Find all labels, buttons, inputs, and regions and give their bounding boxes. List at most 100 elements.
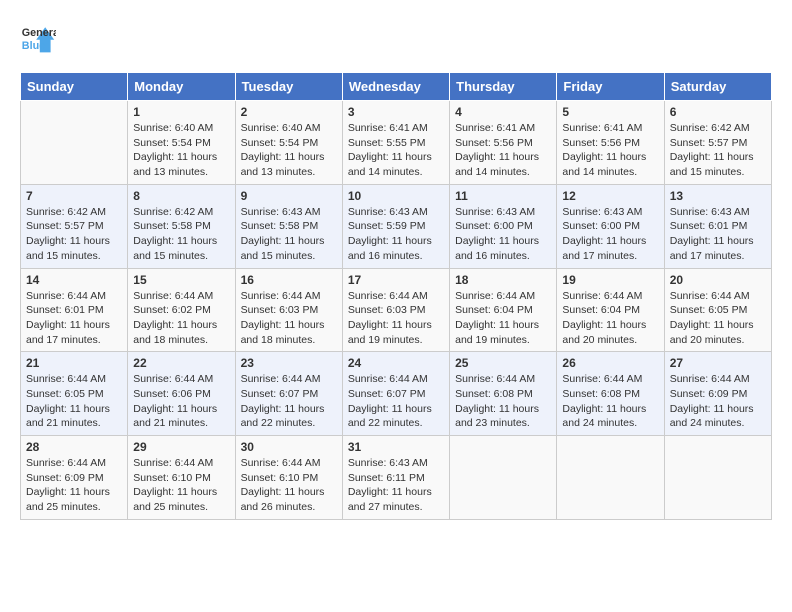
day-info: Sunrise: 6:43 AMSunset: 6:11 PMDaylight:… — [348, 456, 444, 515]
calendar-cell — [450, 436, 557, 520]
week-row-3: 14 Sunrise: 6:44 AMSunset: 6:01 PMDayligh… — [21, 268, 772, 352]
day-info: Sunrise: 6:41 AMSunset: 5:56 PMDaylight:… — [455, 121, 551, 180]
day-info: Sunrise: 6:44 AMSunset: 6:03 PMDaylight:… — [348, 289, 444, 348]
day-info: Sunrise: 6:44 AMSunset: 6:04 PMDaylight:… — [455, 289, 551, 348]
day-info: Sunrise: 6:44 AMSunset: 6:09 PMDaylight:… — [26, 456, 122, 515]
day-number: 16 — [241, 273, 337, 287]
day-info: Sunrise: 6:44 AMSunset: 6:05 PMDaylight:… — [26, 372, 122, 431]
day-header-wednesday: Wednesday — [342, 73, 449, 101]
day-info: Sunrise: 6:44 AMSunset: 6:05 PMDaylight:… — [670, 289, 766, 348]
day-info: Sunrise: 6:42 AMSunset: 5:57 PMDaylight:… — [670, 121, 766, 180]
calendar-cell: 19Sunrise: 6:44 AMSunset: 6:04 PMDayligh… — [557, 268, 664, 352]
calendar-cell: 25 Sunrise: 6:44 AMSunset: 6:08 PMDayligh… — [450, 352, 557, 436]
svg-text:Blue: Blue — [22, 40, 45, 52]
day-info: Sunrise: 6:44 AMSunset: 6:08 PMDaylight:… — [455, 372, 551, 431]
day-number: 11 — [455, 189, 551, 203]
calendar-cell: 21 Sunrise: 6:44 AMSunset: 6:05 PMDayligh… — [21, 352, 128, 436]
day-info: Sunrise: 6:44 AMSunset: 6:07 PMDaylight:… — [241, 372, 337, 431]
day-info: Sunrise: 6:44 AMSunset: 6:01 PMDaylight:… — [26, 289, 122, 348]
calendar-cell: 26Sunrise: 6:44 AMSunset: 6:08 PMDayligh… — [557, 352, 664, 436]
week-row-2: 7Sunrise: 6:42 AMSunset: 5:57 PMDaylight… — [21, 184, 772, 268]
week-row-5: 28 Sunrise: 6:44 AMSunset: 6:09 PMDayligh… — [21, 436, 772, 520]
calendar-cell: 23 Sunrise: 6:44 AMSunset: 6:07 PMDayligh… — [235, 352, 342, 436]
calendar-cell: 16 Sunrise: 6:44 AMSunset: 6:03 PMDayligh… — [235, 268, 342, 352]
day-info: Sunrise: 6:44 AMSunset: 6:04 PMDaylight:… — [562, 289, 658, 348]
day-number: 22 — [133, 356, 229, 370]
day-number: 13 — [670, 189, 766, 203]
day-info: Sunrise: 6:44 AMSunset: 6:09 PMDaylight:… — [670, 372, 766, 431]
day-info: Sunrise: 6:44 AMSunset: 6:07 PMDaylight:… — [348, 372, 444, 431]
day-number: 15 — [133, 273, 229, 287]
calendar-cell: 24 Sunrise: 6:44 AMSunset: 6:07 PMDayligh… — [342, 352, 449, 436]
day-info: Sunrise: 6:43 AMSunset: 5:59 PMDaylight:… — [348, 205, 444, 264]
day-info: Sunrise: 6:44 AMSunset: 6:10 PMDaylight:… — [133, 456, 229, 515]
logo: General Blue — [20, 20, 60, 56]
calendar-cell: 8Sunrise: 6:42 AMSunset: 5:58 PMDaylight… — [128, 184, 235, 268]
day-header-tuesday: Tuesday — [235, 73, 342, 101]
calendar-cell: 28 Sunrise: 6:44 AMSunset: 6:09 PMDayligh… — [21, 436, 128, 520]
calendar-cell: 3Sunrise: 6:41 AMSunset: 5:55 PMDaylight… — [342, 101, 449, 185]
day-number: 25 — [455, 356, 551, 370]
day-number: 5 — [562, 105, 658, 119]
day-number: 6 — [670, 105, 766, 119]
calendar-cell: 4 Sunrise: 6:41 AMSunset: 5:56 PMDaylight… — [450, 101, 557, 185]
day-number: 8 — [133, 189, 229, 203]
calendar-cell — [557, 436, 664, 520]
calendar-cell: 29Sunrise: 6:44 AMSunset: 6:10 PMDayligh… — [128, 436, 235, 520]
day-number: 1 — [133, 105, 229, 119]
day-number: 14 — [26, 273, 122, 287]
day-info: Sunrise: 6:40 AMSunset: 5:54 PMDaylight:… — [133, 121, 229, 180]
calendar-cell: 30Sunrise: 6:44 AMSunset: 6:10 PMDayligh… — [235, 436, 342, 520]
calendar-table: SundayMondayTuesdayWednesdayThursdayFrid… — [20, 72, 772, 520]
page-header: General Blue — [20, 20, 772, 56]
day-number: 24 — [348, 356, 444, 370]
day-info: Sunrise: 6:41 AMSunset: 5:55 PMDaylight:… — [348, 121, 444, 180]
day-info: Sunrise: 6:44 AMSunset: 6:02 PMDaylight:… — [133, 289, 229, 348]
calendar-cell: 6 Sunrise: 6:42 AMSunset: 5:57 PMDaylight… — [664, 101, 771, 185]
day-info: Sunrise: 6:42 AMSunset: 5:57 PMDaylight:… — [26, 205, 122, 264]
day-info: Sunrise: 6:44 AMSunset: 6:03 PMDaylight:… — [241, 289, 337, 348]
day-info: Sunrise: 6:41 AMSunset: 5:56 PMDaylight:… — [562, 121, 658, 180]
days-header-row: SundayMondayTuesdayWednesdayThursdayFrid… — [21, 73, 772, 101]
day-number: 12 — [562, 189, 658, 203]
day-header-monday: Monday — [128, 73, 235, 101]
calendar-cell: 31 Sunrise: 6:43 AMSunset: 6:11 PMDayligh… — [342, 436, 449, 520]
day-number: 28 — [26, 440, 122, 454]
day-header-friday: Friday — [557, 73, 664, 101]
day-number: 31 — [348, 440, 444, 454]
calendar-cell: 13 Sunrise: 6:43 AMSunset: 6:01 PMDayligh… — [664, 184, 771, 268]
calendar-cell — [664, 436, 771, 520]
day-number: 23 — [241, 356, 337, 370]
calendar-cell: 2 Sunrise: 6:40 AMSunset: 5:54 PMDaylight… — [235, 101, 342, 185]
calendar-cell: 22 Sunrise: 6:44 AMSunset: 6:06 PMDayligh… — [128, 352, 235, 436]
day-number: 17 — [348, 273, 444, 287]
day-info: Sunrise: 6:43 AMSunset: 6:01 PMDaylight:… — [670, 205, 766, 264]
day-header-saturday: Saturday — [664, 73, 771, 101]
calendar-cell — [21, 101, 128, 185]
day-number: 21 — [26, 356, 122, 370]
calendar-cell: 10 Sunrise: 6:43 AMSunset: 5:59 PMDayligh… — [342, 184, 449, 268]
calendar-cell: 11 Sunrise: 6:43 AMSunset: 6:00 PMDayligh… — [450, 184, 557, 268]
calendar-cell: 27 Sunrise: 6:44 AMSunset: 6:09 PMDayligh… — [664, 352, 771, 436]
calendar-cell: 18Sunrise: 6:44 AMSunset: 6:04 PMDayligh… — [450, 268, 557, 352]
day-info: Sunrise: 6:43 AMSunset: 6:00 PMDaylight:… — [455, 205, 551, 264]
day-header-thursday: Thursday — [450, 73, 557, 101]
day-number: 26 — [562, 356, 658, 370]
day-number: 2 — [241, 105, 337, 119]
calendar-cell: 1 Sunrise: 6:40 AMSunset: 5:54 PMDaylight… — [128, 101, 235, 185]
day-number: 4 — [455, 105, 551, 119]
day-number: 30 — [241, 440, 337, 454]
day-number: 20 — [670, 273, 766, 287]
day-info: Sunrise: 6:40 AMSunset: 5:54 PMDaylight:… — [241, 121, 337, 180]
logo-icon: General Blue — [20, 20, 56, 56]
calendar-cell: 7Sunrise: 6:42 AMSunset: 5:57 PMDaylight… — [21, 184, 128, 268]
day-info: Sunrise: 6:43 AMSunset: 6:00 PMDaylight:… — [562, 205, 658, 264]
day-info: Sunrise: 6:43 AMSunset: 5:58 PMDaylight:… — [241, 205, 337, 264]
day-number: 27 — [670, 356, 766, 370]
calendar-cell: 20 Sunrise: 6:44 AMSunset: 6:05 PMDayligh… — [664, 268, 771, 352]
day-number: 10 — [348, 189, 444, 203]
week-row-1: 1 Sunrise: 6:40 AMSunset: 5:54 PMDaylight… — [21, 101, 772, 185]
calendar-cell: 14 Sunrise: 6:44 AMSunset: 6:01 PMDayligh… — [21, 268, 128, 352]
calendar-cell: 12 Sunrise: 6:43 AMSunset: 6:00 PMDayligh… — [557, 184, 664, 268]
day-info: Sunrise: 6:44 AMSunset: 6:06 PMDaylight:… — [133, 372, 229, 431]
